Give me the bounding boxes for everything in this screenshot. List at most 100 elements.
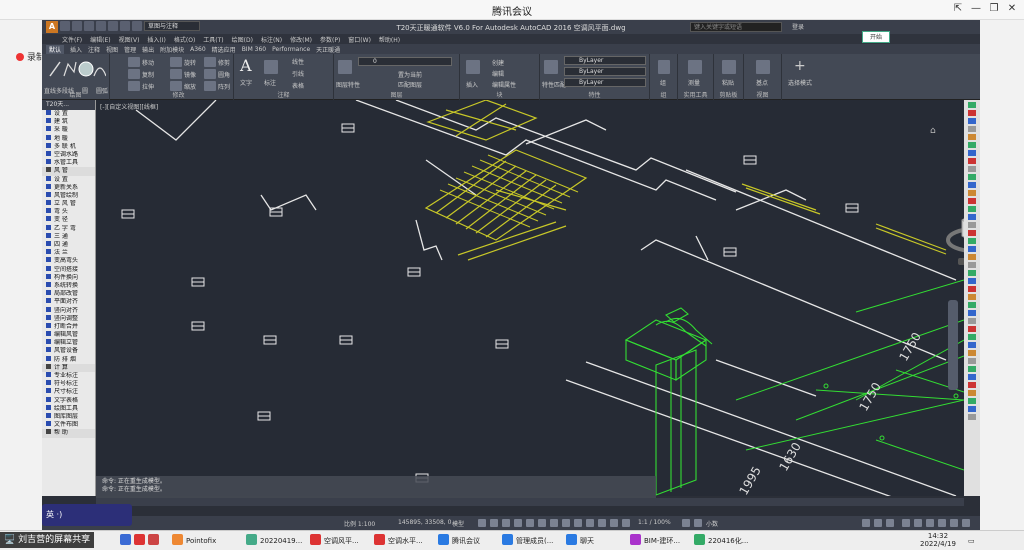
- kingsoft-icon[interactable]: [148, 534, 159, 545]
- palette-item[interactable]: 防 排 烟: [42, 355, 95, 364]
- palette-item[interactable]: 构件换向: [42, 273, 95, 282]
- palette-item[interactable]: 更新关系: [42, 183, 95, 192]
- tool-icon[interactable]: [968, 238, 976, 244]
- ribbon-tab[interactable]: 管理: [124, 45, 136, 54]
- palette-item[interactable]: 水管工具: [42, 159, 95, 167]
- layer-select[interactable]: 0: [358, 57, 452, 66]
- palette-item[interactable]: 竖向对齐: [42, 306, 95, 315]
- tool-icon[interactable]: [968, 102, 976, 108]
- navigation-bar[interactable]: [948, 300, 958, 390]
- taskbar-item[interactable]: 220416化...: [694, 534, 748, 548]
- select-mode-icon[interactable]: +: [794, 58, 806, 74]
- ucs-toggle-icon[interactable]: [586, 519, 594, 527]
- hardware-accel-icon[interactable]: [862, 519, 870, 527]
- polar-toggle-icon[interactable]: [514, 519, 522, 527]
- osnap-toggle-icon[interactable]: [526, 519, 534, 527]
- gizmo-icon[interactable]: [598, 519, 606, 527]
- ribbon-tab[interactable]: 默认: [46, 44, 65, 54]
- annotate-table[interactable]: 表格: [292, 81, 304, 90]
- status-model[interactable]: 模型: [452, 519, 464, 528]
- palette-item[interactable]: 设 置: [42, 175, 95, 184]
- props-match[interactable]: 特性匹配: [542, 80, 566, 89]
- tool-icon[interactable]: [968, 150, 976, 156]
- taskbar-item[interactable]: Pointofix: [172, 534, 216, 548]
- palette-item[interactable]: 平面对齐: [42, 298, 95, 306]
- status-scale[interactable]: 比例 1:100: [344, 519, 375, 528]
- menu-item[interactable]: 编辑(E): [90, 35, 110, 44]
- move-icon[interactable]: [128, 57, 140, 67]
- tool-icon[interactable]: [968, 246, 976, 252]
- palette-item[interactable]: 采 暖: [42, 126, 95, 134]
- block-edit[interactable]: 编辑: [492, 69, 504, 78]
- block-insert[interactable]: 插入: [466, 80, 478, 89]
- layer-properties-icon[interactable]: [338, 60, 352, 74]
- copy-icon[interactable]: [128, 69, 140, 79]
- tool-icon[interactable]: [968, 310, 976, 316]
- lineweight-select[interactable]: ByLayer: [564, 78, 646, 87]
- group-icon[interactable]: [658, 60, 670, 74]
- mirror-icon[interactable]: [170, 69, 182, 79]
- menu-item[interactable]: 视图(V): [119, 35, 140, 44]
- palette-item[interactable]: 帮 助: [42, 429, 95, 438]
- palette-item[interactable]: 文件布图: [42, 421, 95, 429]
- menu-item[interactable]: 修改(M): [290, 35, 312, 44]
- palette-item[interactable]: 风管绘制: [42, 191, 95, 200]
- annotate-leader[interactable]: 引线: [292, 69, 304, 78]
- ribbon-tab[interactable]: 输出: [142, 45, 154, 54]
- viewport-label[interactable]: [-][自定义视图][线框]: [100, 102, 158, 111]
- annotate-text[interactable]: 文字: [240, 78, 252, 87]
- tool-icon[interactable]: [968, 350, 976, 356]
- tool-icon[interactable]: [968, 158, 976, 164]
- tool-icon[interactable]: [968, 342, 976, 348]
- palette-item[interactable]: 空间搭接: [42, 265, 95, 274]
- tool-icon[interactable]: [968, 262, 976, 268]
- viewcube-widget[interactable]: [946, 200, 964, 270]
- wps-icon[interactable]: [134, 534, 145, 545]
- modify-fillet[interactable]: 圆角: [218, 70, 230, 79]
- block-create[interactable]: 创建: [492, 58, 504, 67]
- palette-item[interactable]: 尺寸标注: [42, 388, 95, 396]
- tool-icon[interactable]: [968, 174, 976, 180]
- ime-mode[interactable]: 英 ·): [46, 510, 62, 519]
- ribbon-tab[interactable]: 精选应用: [212, 45, 236, 54]
- modify-rotate[interactable]: 旋转: [184, 58, 196, 67]
- palette-item[interactable]: 专业标注: [42, 372, 95, 380]
- palette-item[interactable]: 打断合并: [42, 322, 95, 331]
- taskbar-item[interactable]: 空调风平...: [310, 534, 359, 548]
- ribbon-tab[interactable]: BIM 360: [242, 46, 266, 53]
- search-input[interactable]: 键入关键字或短语: [690, 22, 782, 32]
- minimize-button[interactable]: —: [968, 2, 984, 16]
- menu-item[interactable]: 窗口(W): [348, 35, 371, 44]
- tool-icon[interactable]: [968, 190, 976, 196]
- tool-icon[interactable]: [968, 366, 976, 372]
- linetype-select[interactable]: ByLayer: [564, 67, 646, 76]
- palette-item[interactable]: 计 算: [42, 363, 95, 372]
- tool-icon[interactable]: [968, 294, 976, 300]
- tray-icon-1[interactable]: [902, 519, 910, 527]
- ribbon-tab[interactable]: 天正暖通: [316, 45, 340, 54]
- palette-item[interactable]: 乙 字 弯: [42, 224, 95, 233]
- select-mode[interactable]: 选择模式: [788, 78, 812, 87]
- menu-item[interactable]: 标注(N): [261, 35, 282, 44]
- tool-icon[interactable]: [968, 326, 976, 332]
- workspace-switch-icon[interactable]: [682, 519, 690, 527]
- taskbar-item[interactable]: 聊天: [566, 534, 594, 548]
- tool-icon[interactable]: [968, 222, 976, 228]
- palette-item[interactable]: 立 风 管: [42, 200, 95, 208]
- tool-icon[interactable]: [968, 142, 976, 148]
- tool-icon[interactable]: [968, 126, 976, 132]
- tool-icon[interactable]: [968, 414, 976, 420]
- layer-match[interactable]: 匹配图层: [398, 80, 422, 89]
- signin-link[interactable]: 登录: [792, 22, 804, 31]
- menu-item[interactable]: 绘图(D): [232, 35, 253, 44]
- 3d-osnap-icon[interactable]: [574, 519, 582, 527]
- tray-icon-2[interactable]: [914, 519, 922, 527]
- tray-icon-6[interactable]: [962, 519, 970, 527]
- tool-icon[interactable]: [968, 182, 976, 188]
- pin-icon[interactable]: ⇱: [950, 2, 966, 16]
- palette-item[interactable]: 系统转换: [42, 281, 95, 290]
- taskbar-item[interactable]: 管理成员(...: [502, 534, 553, 548]
- trim-icon[interactable]: [204, 57, 216, 67]
- clean-screen-icon[interactable]: [874, 519, 882, 527]
- palette-item[interactable]: 文字表格: [42, 396, 95, 405]
